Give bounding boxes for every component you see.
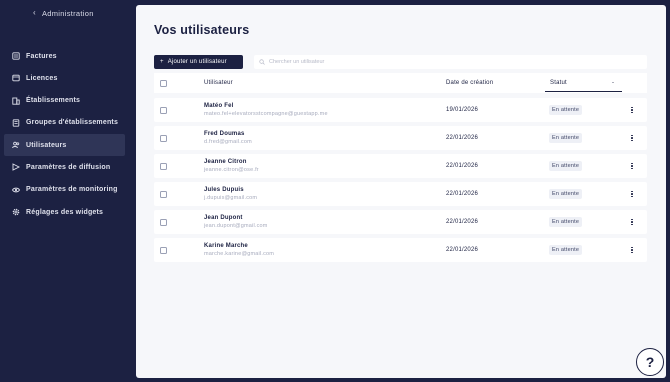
status-badge: En attente — [549, 217, 583, 227]
table-row: Jeanne Citron jeanne.citron@ose.fr 22/01… — [154, 154, 647, 178]
row-checkbox[interactable] — [160, 219, 167, 226]
sidebar-item-label: Paramètres de monitoring — [26, 186, 118, 194]
row-more-options-icon[interactable] — [629, 217, 635, 227]
user-email: j.dupuis@gmail.com — [204, 195, 258, 201]
sidebar-item-label: Groupes d'établissements — [26, 119, 119, 127]
add-user-label: Ajouter un utilisateur — [167, 59, 227, 65]
sidebar-item-label: Réglages des widgets — [26, 208, 104, 216]
row-checkbox[interactable] — [160, 107, 167, 114]
sidebar-item-label: Établissements — [26, 97, 81, 105]
building-icon — [12, 97, 20, 105]
search-icon — [259, 59, 265, 65]
creation-date: 19/01/2026 — [446, 107, 479, 113]
sidebar-item-label: Factures — [26, 52, 57, 60]
main-panel: Vos utilisateurs + Ajouter un utilisateu… — [136, 5, 666, 378]
user-name: Matéo Fel — [204, 103, 234, 109]
user-name: Jules Dupuis — [204, 187, 244, 193]
creation-date: 22/01/2026 — [446, 135, 479, 141]
sidebar-item-parametres-diffusion[interactable]: Paramètres de diffusion — [4, 156, 125, 178]
status-badge: En attente — [549, 189, 583, 199]
sidebar-item-reglages-widgets[interactable]: Réglages des widgets — [4, 201, 125, 223]
status-badge: En attente — [549, 245, 583, 255]
creation-date: 22/01/2026 — [446, 247, 479, 253]
user-email: mateo.fel+elevatorsstcompagne@guestapp.m… — [204, 111, 328, 117]
gear-icon — [12, 208, 20, 216]
sidebar-item-label: Licences — [26, 74, 58, 82]
row-more-options-icon[interactable] — [629, 245, 635, 255]
column-header-user[interactable]: Utilisateur — [204, 80, 233, 86]
table-row: Matéo Fel mateo.fel+elevatorsstcompagne@… — [154, 98, 647, 122]
page-title: Vos utilisateurs — [154, 23, 250, 37]
sidebar-item-parametres-monitoring[interactable]: Paramètres de monitoring — [4, 179, 125, 201]
row-more-options-icon[interactable] — [629, 161, 635, 171]
user-name: Fred Doumas — [204, 131, 245, 137]
users-icon — [12, 141, 20, 149]
sidebar-item-label: Utilisateurs — [26, 141, 67, 149]
status-badge: En attente — [549, 105, 583, 115]
invoice-icon — [12, 52, 20, 60]
sidebar-item-label: Paramètres de diffusion — [26, 163, 111, 171]
sidebar-nav: Factures Licences Établissements Groupes… — [4, 45, 125, 223]
table-row: Fred Doumas d.fred@gmail.com 22/01/2026 … — [154, 126, 647, 150]
eye-icon — [12, 186, 20, 194]
help-button[interactable]: ? — [636, 348, 664, 376]
add-user-button[interactable]: + Ajouter un utilisateur — [154, 55, 243, 69]
sidebar-item-groupes[interactable]: Groupes d'établissements — [4, 112, 125, 134]
user-name: Jean Dupont — [204, 215, 243, 221]
creation-date: 22/01/2026 — [446, 219, 479, 225]
row-more-options-icon[interactable] — [629, 105, 635, 115]
broadcast-icon — [12, 163, 20, 172]
sidebar: ‹ Administration Factures Licences Établ… — [0, 0, 136, 382]
table-row: Jules Dupuis j.dupuis@gmail.com 22/01/20… — [154, 182, 647, 206]
chevron-left-icon: ‹ — [33, 8, 36, 17]
user-email: d.fred@gmail.com — [204, 139, 252, 145]
back-to-administration-link[interactable]: ‹ Administration — [33, 8, 94, 18]
sidebar-item-utilisateurs[interactable]: Utilisateurs — [4, 134, 125, 157]
table-row: Karine Marche marche.karine@gmail.com 22… — [154, 238, 647, 262]
back-label: Administration — [41, 8, 94, 18]
column-header-date[interactable]: Date de création — [446, 80, 493, 86]
status-badge: En attente — [549, 133, 583, 143]
user-name: Jeanne Citron — [204, 159, 247, 165]
plus-icon: + — [160, 59, 164, 65]
sidebar-item-etablissements[interactable]: Établissements — [4, 90, 125, 112]
creation-date: 22/01/2026 — [446, 191, 479, 197]
search-placeholder: Chercher un utilisateur — [269, 59, 325, 65]
status-badge: En attente — [549, 161, 583, 171]
user-email: jeanne.citron@ose.fr — [204, 167, 259, 173]
table-header: Utilisateur Date de création Statut - — [154, 73, 647, 93]
column-header-status[interactable]: Statut — [550, 80, 567, 86]
user-name: Karine Marche — [204, 243, 248, 249]
select-all-checkbox[interactable] — [160, 80, 167, 87]
status-column-underline — [545, 91, 622, 92]
sidebar-item-licences[interactable]: Licences — [4, 67, 125, 89]
row-more-options-icon[interactable] — [629, 189, 635, 199]
creation-date: 22/01/2026 — [446, 163, 479, 169]
row-checkbox[interactable] — [160, 135, 167, 142]
search-input[interactable]: Chercher un utilisateur — [254, 55, 647, 69]
row-checkbox[interactable] — [160, 247, 167, 254]
sidebar-item-factures[interactable]: Factures — [4, 45, 125, 67]
user-email: jean.dupont@gmail.com — [204, 223, 268, 229]
group-icon — [12, 119, 20, 127]
table-row: Jean Dupont jean.dupont@gmail.com 22/01/… — [154, 210, 647, 234]
row-more-options-icon[interactable] — [629, 133, 635, 143]
license-icon — [12, 74, 20, 82]
status-sort-toggle[interactable]: - — [612, 80, 614, 86]
row-checkbox[interactable] — [160, 191, 167, 198]
row-checkbox[interactable] — [160, 163, 167, 170]
user-email: marche.karine@gmail.com — [204, 251, 275, 257]
